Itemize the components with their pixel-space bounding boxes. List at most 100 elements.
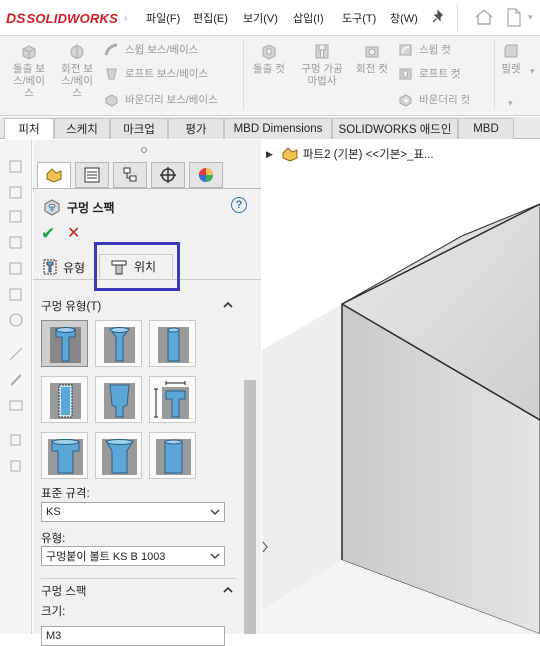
menu-separator — [457, 4, 458, 32]
size-select[interactable]: M3 — [41, 626, 225, 646]
new-document-icon[interactable] — [506, 8, 522, 27]
menu-insert[interactable]: 삽입(I) — [293, 10, 324, 26]
part-icon[interactable] — [8, 286, 24, 302]
menu-window[interactable]: 창(W) — [390, 10, 418, 26]
hole-wizard-button[interactable]: 구멍 가공 마법사 — [294, 42, 350, 87]
revolve-cut-button[interactable]: 회전 컷 — [352, 42, 392, 75]
boundary-cut-button[interactable]: 바운더리 컷 — [398, 92, 470, 107]
chevron-down-icon — [210, 509, 220, 515]
subtab-position[interactable]: 위치 — [99, 254, 173, 278]
hole-spec-section-title: 구멍 스팩 — [41, 586, 87, 598]
part-icon[interactable] — [8, 260, 24, 276]
section-divider — [41, 578, 237, 579]
pin-icon[interactable] — [431, 10, 445, 24]
pen-icon[interactable] — [8, 372, 24, 388]
sphere-icon[interactable] — [8, 312, 24, 328]
fillet-button[interactable]: 필렛 — [498, 42, 524, 75]
subtab-type[interactable]: 유형 — [37, 255, 91, 279]
property-manager-icon — [84, 167, 100, 183]
extrude-cut-icon — [262, 44, 276, 60]
swept-cut-icon — [399, 44, 412, 55]
hole-type-countersink[interactable] — [95, 320, 142, 367]
revolve-cut-icon — [365, 46, 379, 58]
hole-type-counterbore[interactable] — [41, 320, 88, 367]
hole-type-simple[interactable] — [149, 320, 196, 367]
measure-icon[interactable] — [8, 346, 24, 362]
tab-markup[interactable]: 마크업 — [110, 118, 168, 139]
swept-cut-button[interactable]: 스윕 컷 — [398, 42, 451, 57]
extrude-boss-button[interactable]: 돌출 보 스/베이 스 — [6, 42, 52, 99]
hole-type-countersink-slot[interactable] — [95, 432, 142, 479]
menu-file[interactable]: 파일(F) — [146, 10, 180, 26]
tab-configuration-manager[interactable] — [113, 162, 147, 188]
tab-dimxpert-manager[interactable] — [151, 162, 185, 188]
tab-solidworks-addins[interactable]: SOLIDWORKS 애드인 — [332, 118, 458, 139]
tab-evaluate[interactable]: 평가 — [168, 118, 224, 139]
left-toolbar-strip — [0, 140, 32, 634]
panel-tab-divider — [33, 188, 261, 189]
fillet-icon — [504, 44, 518, 58]
boundary-cut-icon — [399, 93, 412, 107]
hole-type-tapped[interactable] — [41, 376, 88, 423]
chevron-up-icon[interactable] — [223, 300, 233, 310]
subtab-type-label: 유형 — [63, 260, 86, 275]
part-icon[interactable] — [8, 158, 24, 174]
expand-triangle-icon[interactable]: ▶ — [266, 149, 273, 160]
loft-cut-button[interactable]: 로프트 컷 — [398, 66, 461, 81]
hole-type-legacy[interactable] — [149, 376, 196, 423]
panel-scrollbar-thumb[interactable] — [244, 380, 256, 634]
chevron-down-icon[interactable]: ▾ — [528, 12, 533, 23]
boundary-cut-label: 바운더리 컷 — [419, 94, 471, 106]
menu-edit[interactable]: 편집(E) — [193, 10, 228, 26]
ok-check-icon[interactable]: ✔ — [41, 224, 55, 244]
hole-type-pipe-tap[interactable] — [95, 376, 142, 423]
display-manager-icon — [199, 168, 213, 182]
solidworks-logo[interactable]: DS SOLIDWORKS › — [6, 8, 127, 28]
countersink-icon — [104, 327, 135, 363]
display-icon[interactable] — [8, 398, 24, 414]
menu-tools[interactable]: 도구(T) — [342, 10, 376, 26]
hole-type-counterbore-slot[interactable] — [41, 432, 88, 479]
copy-icon[interactable] — [8, 432, 24, 448]
hole-type-slot[interactable] — [149, 432, 196, 479]
tab-mbd[interactable]: MBD — [458, 118, 514, 139]
counterbore-slot-icon — [48, 439, 83, 475]
page-title: 구멍 스팩 — [67, 200, 115, 215]
standard-select[interactable]: KS — [41, 502, 225, 522]
simple-hole-icon — [158, 327, 189, 363]
tab-property-manager[interactable] — [75, 162, 109, 188]
chevron-right-icon: › — [124, 12, 128, 24]
feature-manager-icon — [46, 168, 62, 183]
panel-splitter-handle[interactable] — [262, 540, 268, 554]
extrude-cut-label: 돌출 컷 — [253, 63, 285, 75]
standard-label: 표준 규격: — [41, 488, 90, 500]
help-icon[interactable]: ? — [231, 197, 247, 213]
subtab-divider — [33, 279, 261, 280]
chevron-up-icon[interactable] — [223, 585, 233, 595]
tab-sketch[interactable]: 스케치 — [54, 118, 110, 139]
part-icon[interactable] — [8, 184, 24, 200]
menu-view[interactable]: 보기(V) — [243, 10, 278, 26]
tab-feature-manager[interactable] — [37, 162, 71, 188]
swept-boss-button[interactable]: 스윕 보스/베이스 — [104, 42, 198, 57]
home-icon[interactable] — [474, 8, 494, 26]
tab-mbd-dimensions[interactable]: MBD Dimensions — [224, 118, 332, 139]
loft-boss-button[interactable]: 로프트 보스/베이스 — [104, 66, 208, 81]
part-icon[interactable] — [8, 234, 24, 250]
copy-icon[interactable] — [8, 458, 24, 474]
swept-boss-label: 스윕 보스/베이스 — [125, 44, 199, 56]
tab-features[interactable]: 피처 — [4, 118, 54, 139]
chevron-down-icon[interactable]: ▾ — [530, 66, 535, 77]
tab-display-manager[interactable] — [189, 162, 223, 188]
feature-tree-root[interactable]: ▶ 파트2 (기본) <<기본>_표... — [266, 146, 434, 162]
extrude-cut-button[interactable]: 돌출 컷 — [249, 42, 289, 75]
panel-grip-handle[interactable] — [141, 147, 147, 153]
revolve-boss-button[interactable]: 회전 보 스/베이 스 — [54, 42, 100, 99]
boundary-boss-button[interactable]: 바운더리 보스/베이스 — [104, 92, 218, 107]
type-select[interactable]: 구멍붙이 볼트 KS B 1003 — [41, 546, 225, 566]
graphics-viewport[interactable]: ▶ 파트2 (기본) <<기본>_표... — [262, 140, 540, 634]
extrude-boss-label: 돌출 보 스/베이 스 — [13, 63, 45, 99]
part-icon[interactable] — [8, 208, 24, 224]
cancel-x-icon[interactable]: ✕ — [67, 223, 80, 243]
chevron-down-icon[interactable]: ▾ — [508, 98, 513, 109]
